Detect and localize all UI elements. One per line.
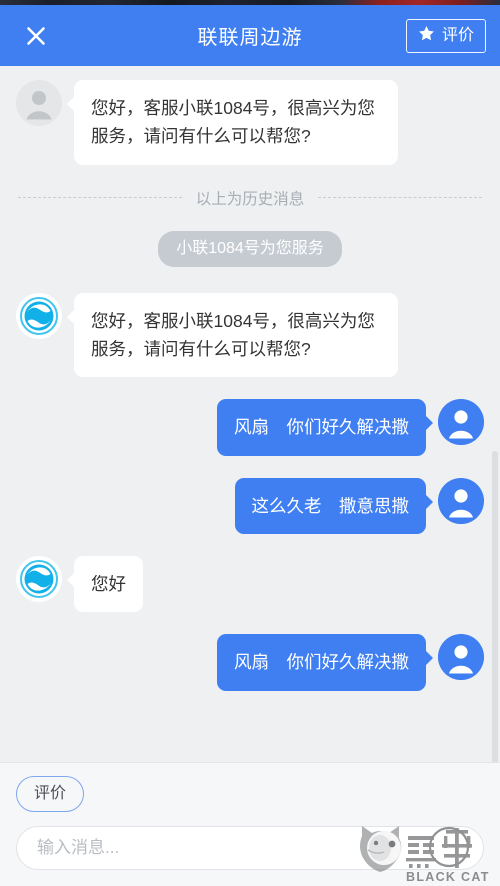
divider-line-left <box>18 197 182 199</box>
history-divider: 以上为历史消息 <box>0 187 500 209</box>
system-notice-pill: 小联1084号为您服务 <box>158 230 342 267</box>
chat-message-list[interactable]: 您好，客服小联1084号，很高兴为您服务，请问有什么可以帮您? 以上为历史消息 … <box>0 66 500 762</box>
history-divider-label: 以上为历史消息 <box>195 190 305 208</box>
message-input-wrap[interactable] <box>16 826 484 870</box>
chat-app-screen: 联联周边游 评价 您好，客服小联1084号，很高兴为您服务，请问有什么可以帮您? <box>0 0 500 886</box>
user-person-avatar <box>438 477 484 524</box>
message-bubble: 您好 <box>67 556 143 613</box>
message-bubble: 风扇 你们好久解决撒 <box>217 399 433 456</box>
star-icon <box>418 25 435 47</box>
system-notice-row: 小联1084号为您服务 <box>0 230 500 267</box>
svg-text:BLACK CAT: BLACK CAT <box>406 870 490 884</box>
message-row-agent: 您好，客服小联1084号，很高兴为您服务，请问有什么可以帮您? <box>0 80 500 165</box>
app-header: 联联周边游 评价 <box>0 5 500 66</box>
user-person-avatar <box>438 399 484 446</box>
message-row-user: 风扇 你们好久解决撒 <box>0 634 500 691</box>
chat-scrollbar[interactable] <box>492 451 498 762</box>
message-input[interactable] <box>37 838 463 858</box>
divider-line-right <box>318 197 483 199</box>
message-row-user: 风扇 你们好久解决撒 <box>0 399 500 456</box>
message-bubble: 风扇 你们好久解决撒 <box>217 634 433 691</box>
brand-logo-avatar <box>16 292 62 339</box>
message-bubble: 这么久老 撒意思撒 <box>234 477 433 535</box>
close-button[interactable] <box>14 14 58 58</box>
quick-action-row: 评价 <box>16 775 484 812</box>
message-row-agent: 您好，客服小联1084号，很高兴为您服务，请问有什么可以帮您? <box>0 292 500 378</box>
message-row-agent: 您好 <box>0 556 500 613</box>
message-bubble: 您好，客服小联1084号，很高兴为您服务，请问有什么可以帮您? <box>67 292 398 378</box>
placeholder-person-avatar <box>16 80 62 126</box>
message-bubble: 您好，客服小联1084号，很高兴为您服务，请问有什么可以帮您? <box>67 80 398 165</box>
header-rate-button[interactable]: 评价 <box>405 18 486 53</box>
brand-logo-avatar <box>16 556 62 603</box>
user-person-avatar <box>438 634 484 681</box>
message-row-user: 这么久老 撒意思撒 <box>0 477 500 535</box>
composer-footer: 评价 输入消息... BLACK CAT <box>0 761 500 886</box>
header-rate-button-label: 评价 <box>441 26 474 44</box>
close-icon <box>25 25 47 47</box>
quick-action-rate-chip[interactable]: 评价 <box>16 775 85 812</box>
